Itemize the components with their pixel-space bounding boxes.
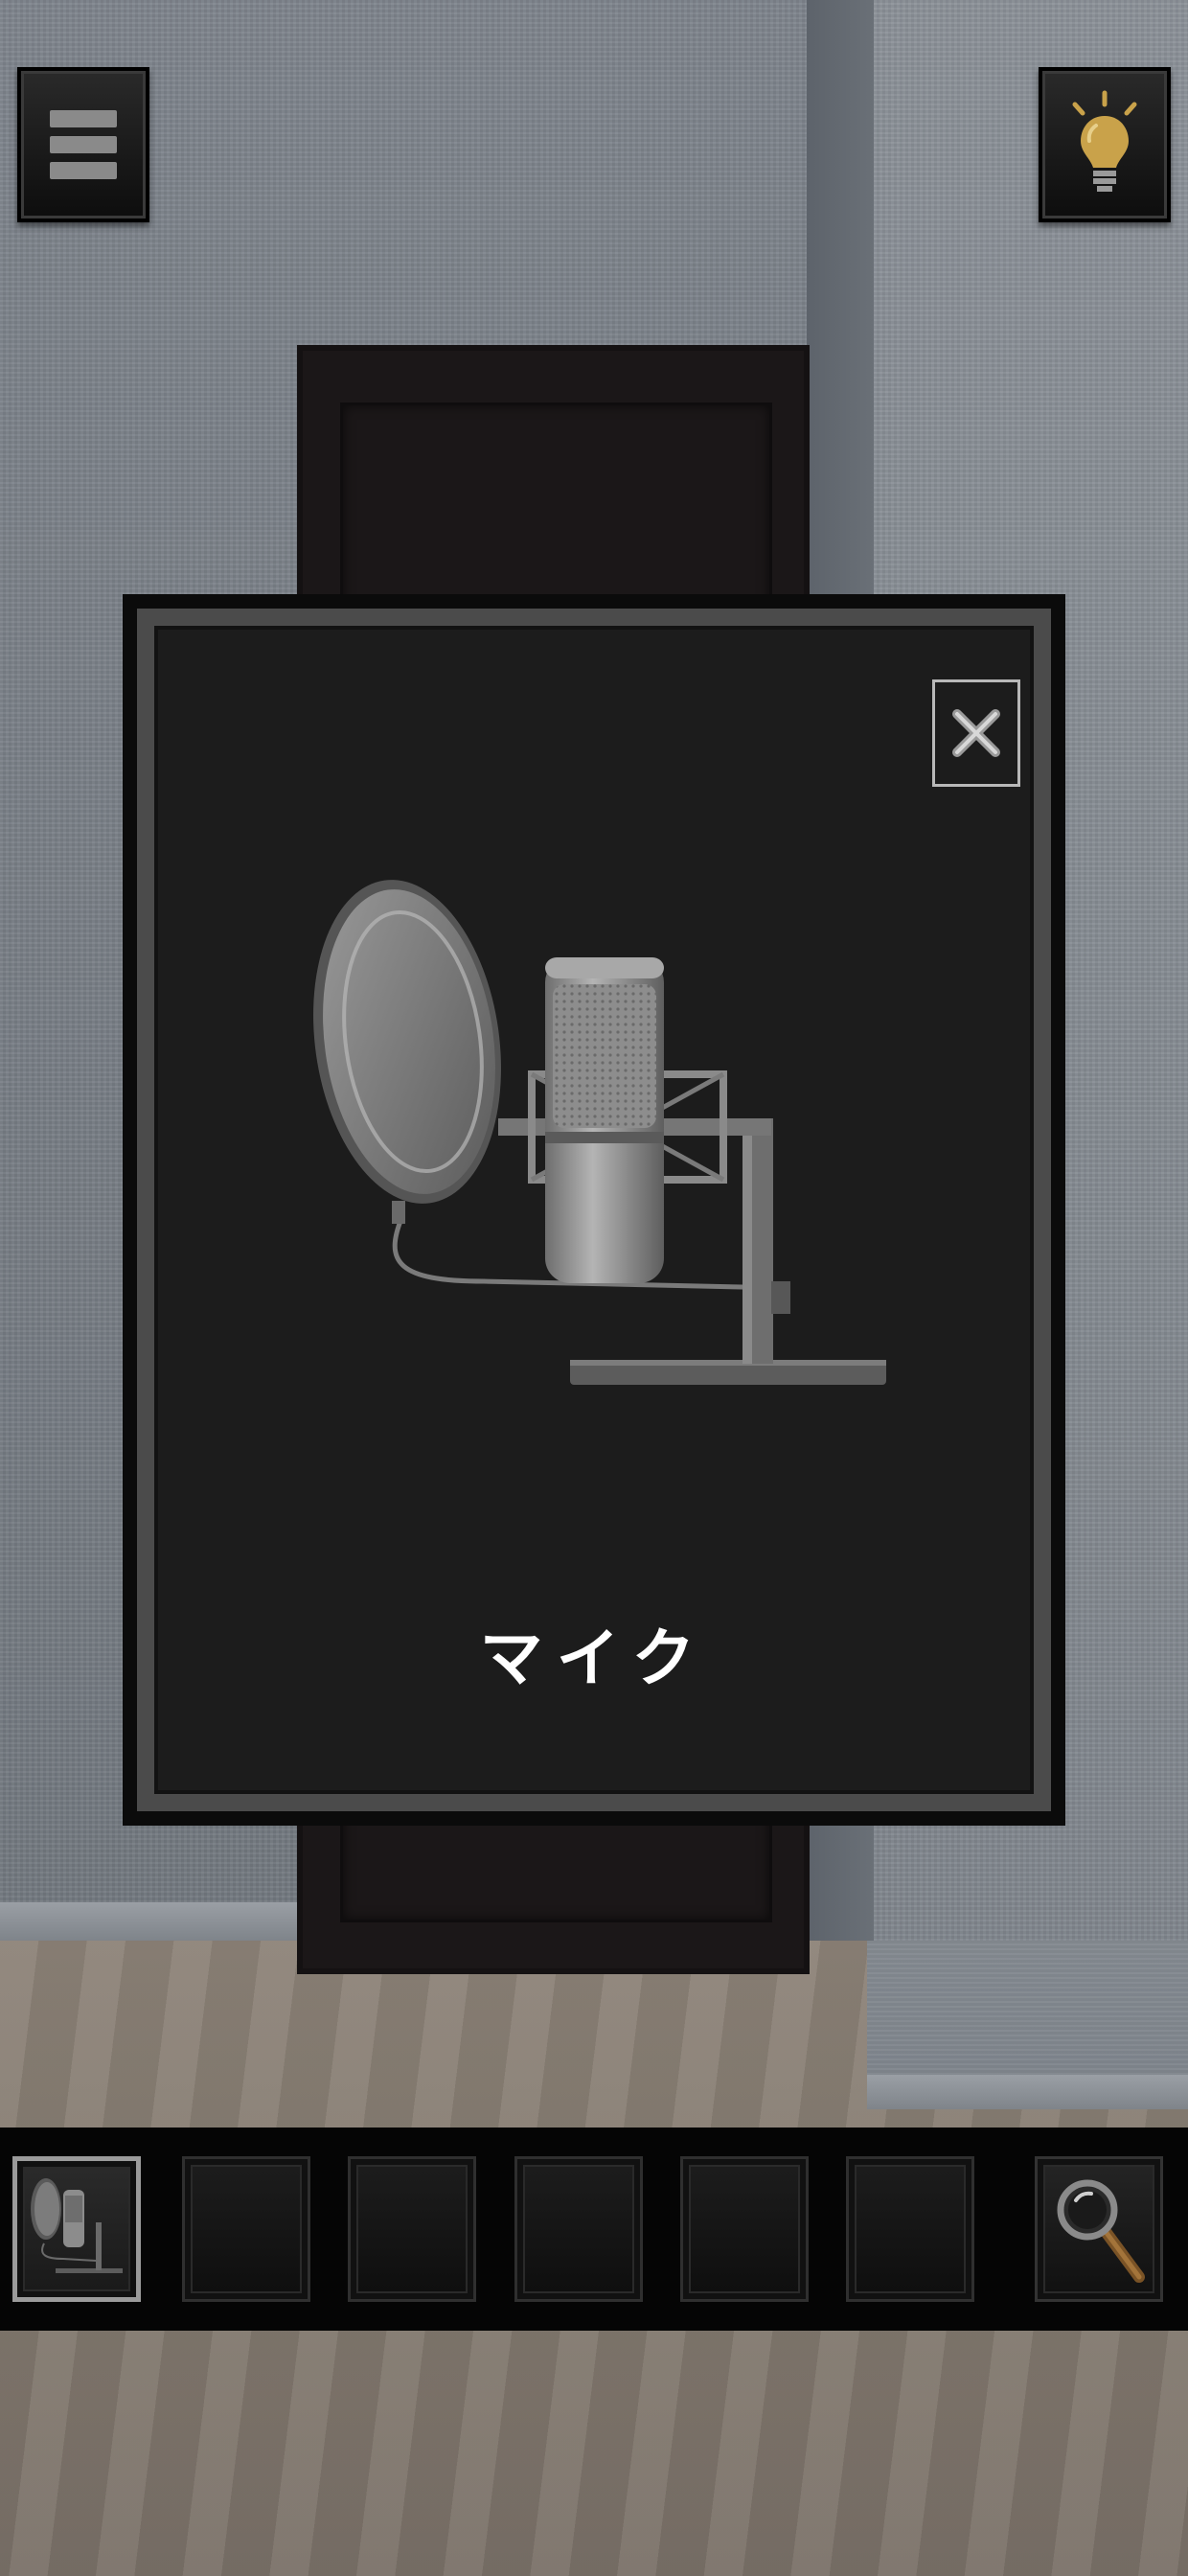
hint-button[interactable] <box>1039 67 1171 222</box>
close-icon <box>952 709 1000 757</box>
inventory-slot-6[interactable] <box>846 2156 974 2302</box>
microphone-icon <box>31 2178 123 2273</box>
item-popup-panel: マイク <box>154 626 1034 1794</box>
baseboard-right <box>867 2075 1188 2109</box>
close-button[interactable] <box>932 679 1020 787</box>
inventory-slot-1[interactable] <box>12 2156 141 2302</box>
inventory-slot-5[interactable] <box>680 2156 809 2302</box>
magnifier-icon <box>1057 2179 1145 2283</box>
inventory-slot-2[interactable] <box>182 2156 310 2302</box>
inventory-bar <box>0 2128 1188 2331</box>
inventory-slot-3[interactable] <box>348 2156 476 2302</box>
microphone-icon <box>313 880 886 1385</box>
item-popup: マイク <box>123 594 1065 1826</box>
room-wall-right-lower <box>867 1941 1188 2075</box>
item-popup-frame: マイク <box>137 609 1051 1811</box>
item-name: マイク <box>479 1622 709 1695</box>
inventory-slot-4[interactable] <box>514 2156 643 2302</box>
game-scene: マイク <box>0 0 1188 2576</box>
lightbulb-icon <box>1072 90 1137 192</box>
menu-button[interactable] <box>17 67 149 222</box>
menu-icon <box>50 102 117 188</box>
zoom-button[interactable] <box>1035 2156 1163 2302</box>
